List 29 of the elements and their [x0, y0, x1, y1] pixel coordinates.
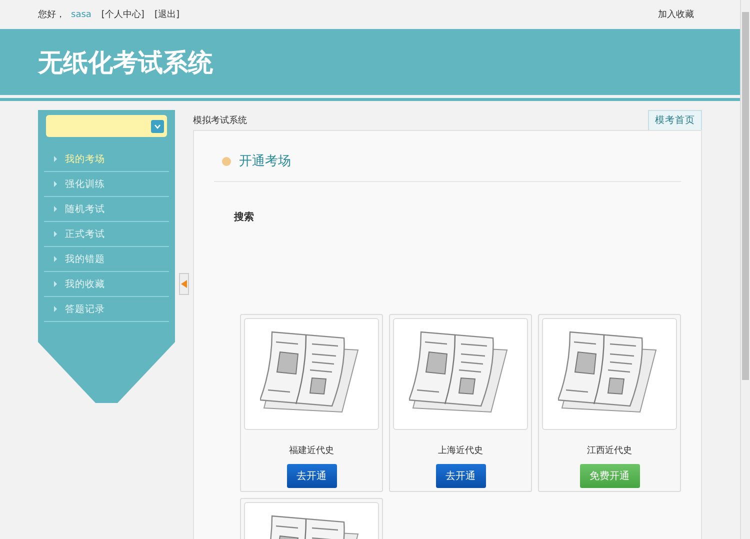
sidebar-item[interactable]: 正式考试	[44, 222, 170, 247]
sidebar-item[interactable]: 我的错题	[44, 247, 170, 272]
open-exam-button[interactable]: 去开通	[436, 464, 486, 488]
sidebar-item[interactable]: 我的收藏	[44, 272, 170, 297]
sidebar-item[interactable]: 强化训练	[44, 172, 170, 197]
bullet-icon	[222, 156, 231, 166]
sidebar-item[interactable]: 我的考场	[44, 147, 170, 172]
collapse-button[interactable]	[179, 273, 189, 295]
header-link[interactable]: [个人中心]	[101, 8, 144, 21]
open-exam-button[interactable]: 免费开通	[580, 464, 640, 488]
search-label: 搜索	[234, 210, 255, 224]
breadcrumb: 模拟考试系统	[193, 114, 247, 126]
exam-select[interactable]	[46, 115, 168, 137]
open-exam-button[interactable]: 去开通	[286, 464, 336, 488]
section-title: 开通考场	[239, 153, 291, 170]
username-link[interactable]: sasa	[71, 10, 92, 20]
home-button[interactable]: 模考首页	[648, 110, 702, 130]
exam-title: 江西近代史	[587, 444, 632, 457]
dropdown-icon	[151, 120, 164, 132]
header-link[interactable]: [退出]	[154, 8, 180, 21]
exam-title: 上海近代史	[438, 444, 483, 457]
sidebar-item[interactable]: 随机考试	[44, 197, 170, 222]
sidebar-item[interactable]: 答题记录	[44, 297, 170, 322]
triangle-icon	[181, 280, 188, 288]
exam-title: 福建近代史	[289, 444, 334, 457]
scrollbar[interactable]	[740, 0, 750, 539]
site-title: 无纸化考试系统	[38, 46, 213, 78]
greeting-text: 您好，	[38, 8, 65, 21]
bookmark-link[interactable]: 加入收藏	[658, 8, 694, 21]
